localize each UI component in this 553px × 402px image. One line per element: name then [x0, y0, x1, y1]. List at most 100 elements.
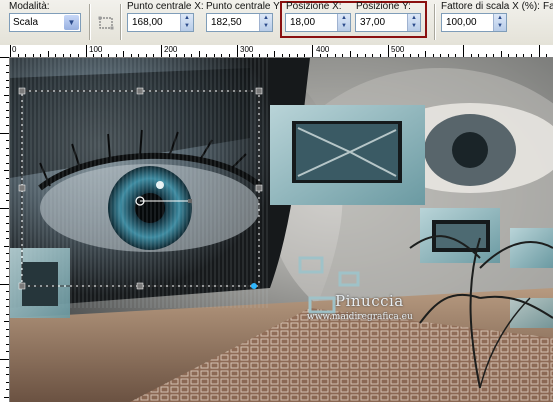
ruler-tick [387, 45, 389, 57]
ruler-tick [168, 54, 170, 57]
ruler-tick [372, 54, 374, 57]
ruler-tick [530, 54, 532, 57]
position-x-value: 18,00 [290, 17, 316, 28]
ruler-tick [198, 51, 200, 57]
ruler-tick [4, 245, 9, 247]
ruler-tick [319, 54, 321, 57]
ruler-tick [6, 268, 9, 270]
spin-arrows-icon[interactable]: ▲ ▼ [337, 14, 350, 31]
ruler-tick [10, 45, 11, 57]
ruler-tick [538, 45, 540, 57]
ruler-tick [130, 54, 132, 57]
ruler-tick [6, 185, 9, 187]
ruler-tick [100, 54, 102, 57]
ruler-tick [6, 64, 9, 66]
ruler-tick [266, 54, 268, 57]
ruler-tick [221, 54, 223, 57]
ruler-tick [0, 283, 9, 285]
ruler-tick [176, 54, 178, 57]
ruler-tick [4, 94, 9, 96]
ruler-tick [138, 54, 140, 57]
ruler-tick [6, 328, 9, 330]
pick-tool-icon[interactable] [97, 14, 115, 32]
ruler-tick [251, 54, 253, 57]
mode-select[interactable]: Scala ▼ [9, 13, 81, 32]
ruler-tick [85, 45, 87, 57]
ruler-tick [123, 51, 125, 57]
ruler-tick [6, 147, 9, 149]
ruler-tick [6, 313, 9, 315]
ruler-tick [115, 54, 117, 57]
ruler-tick [153, 54, 155, 57]
ruler-tick [508, 54, 510, 57]
ruler-tick [417, 54, 419, 57]
ruler-tick [493, 54, 495, 57]
center-y-label: Punto centrale Y: [206, 1, 282, 12]
ruler-tick [6, 298, 9, 300]
position-x-label: Posizione X: [286, 1, 342, 12]
ruler-tick [364, 54, 366, 57]
ruler-label: 500 [391, 45, 405, 54]
position-y-field[interactable]: 37,00 ▲ ▼ [355, 13, 421, 32]
ruler-tick [6, 275, 9, 277]
ruler-tick [6, 381, 9, 383]
ruler-label: 100 [89, 45, 103, 54]
ruler-tick [274, 51, 276, 57]
center-y-value: 182,50 [211, 17, 242, 28]
ruler-tick [395, 54, 397, 57]
ruler-tick [6, 366, 9, 368]
spin-arrows-icon[interactable]: ▲ ▼ [493, 14, 506, 31]
ruler-tick [47, 51, 49, 57]
ruler-tick [304, 54, 306, 57]
ruler-tick [432, 54, 434, 57]
ruler-tick [379, 54, 381, 57]
scale-x-field[interactable]: 100,00 ▲ ▼ [441, 13, 507, 32]
ruler-tick [70, 54, 72, 57]
ruler-tick [6, 215, 9, 217]
ruler-tick [0, 57, 9, 58]
watermark-title: Pinuccia [335, 292, 404, 310]
toolbar-separator [89, 4, 90, 40]
watermark-url: www.maidiregrafica.eu [307, 312, 413, 322]
ruler-label: 0 [12, 45, 17, 54]
ruler-tick [357, 54, 359, 57]
ruler-tick [440, 54, 442, 57]
ruler-tick [312, 45, 313, 57]
ruler-tick [6, 238, 9, 240]
ruler-tick [4, 170, 9, 172]
ruler-tick [402, 54, 404, 57]
ruler-tick [6, 102, 9, 104]
ruler-tick [6, 230, 9, 232]
ruler-tick [183, 54, 185, 57]
spin-arrows-icon[interactable]: ▲ ▼ [259, 14, 272, 31]
center-x-label: Punto centrale X: [127, 1, 204, 12]
position-x-field[interactable]: 18,00 ▲ ▼ [285, 13, 351, 32]
ruler-label: 400 [316, 45, 330, 54]
position-y-label: Posizione Y: [356, 1, 411, 12]
ruler-tick [6, 162, 9, 164]
cut-off-label: Fa [543, 1, 553, 12]
artwork-image [10, 58, 553, 402]
ruler-tick [6, 336, 9, 338]
ruler-tick [6, 200, 9, 202]
center-x-field[interactable]: 168,00 ▲ ▼ [127, 13, 194, 32]
spin-arrows-icon[interactable]: ▲ ▼ [180, 14, 193, 31]
ruler-tick [62, 54, 64, 57]
ruler-tick [6, 72, 9, 74]
ruler-tick [4, 321, 9, 323]
ruler-tick [6, 79, 9, 81]
ruler-tick [463, 45, 464, 57]
chevron-down-icon[interactable]: ▼ [64, 15, 79, 30]
ruler-tick [500, 51, 502, 57]
spin-arrows-icon[interactable]: ▲ ▼ [407, 14, 420, 31]
ruler-tick [32, 54, 34, 57]
ruler-tick [6, 124, 9, 126]
ruler-tick [4, 396, 9, 398]
center-x-value: 168,00 [132, 17, 163, 28]
ruler-tick [6, 87, 9, 89]
image-canvas[interactable]: Pinuccia www.maidiregrafica.eu [10, 58, 553, 402]
ruler-tick [349, 51, 351, 57]
ruler-tick [6, 306, 9, 308]
ruler-tick [6, 374, 9, 376]
center-y-field[interactable]: 182,50 ▲ ▼ [206, 13, 273, 32]
